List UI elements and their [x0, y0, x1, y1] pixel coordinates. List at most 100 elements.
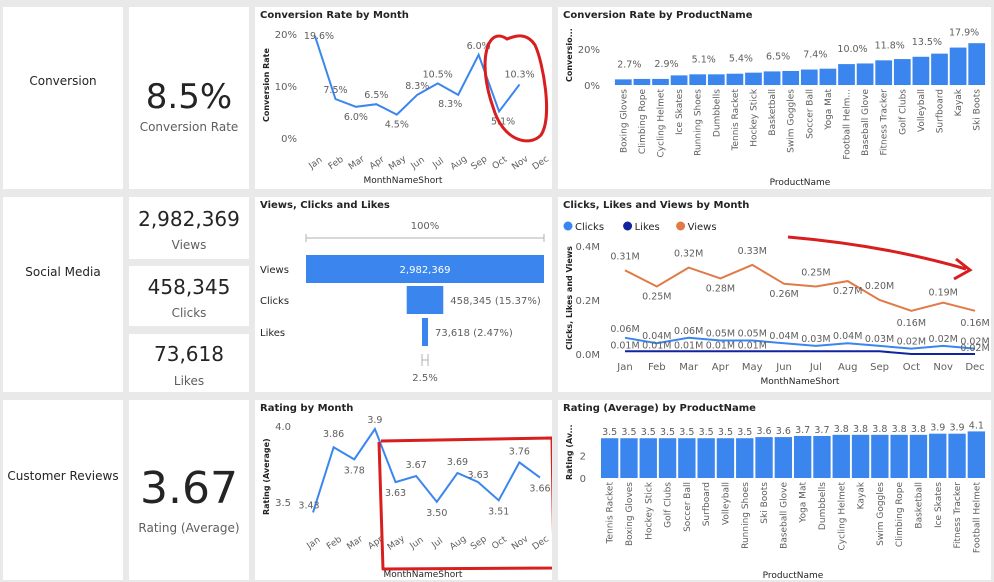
kpi-card-rating[interactable]: 3.67 Rating (Average) — [129, 400, 249, 580]
section-card-social: Social Media — [3, 197, 123, 392]
bar — [851, 434, 870, 478]
x-tick-label: Ice Skates — [934, 482, 944, 528]
bar — [726, 73, 744, 85]
kpi-likes-label: Likes — [173, 374, 205, 388]
x-tick-label: Sep — [469, 534, 489, 552]
bar — [912, 56, 930, 85]
data-label: 3.7 — [814, 425, 829, 436]
y-tick-label: 0.2M — [575, 296, 600, 307]
bar — [838, 64, 855, 85]
data-label: 4.5% — [385, 120, 409, 131]
conversion-product-chart: 20% 0% Conversio... ProductName 2.7% Boxing G… — [565, 28, 986, 188]
bar — [716, 438, 735, 478]
data-label: 3.43 — [298, 500, 319, 511]
x-tick-label: Dec — [531, 534, 551, 552]
x-tick-label: Dec — [965, 362, 984, 373]
y-tick-label: 3.5 — [275, 498, 291, 509]
bar — [890, 434, 908, 478]
x-tick-label: Tennis Racket — [606, 482, 616, 545]
funnel-bottom-label: 2.5% — [412, 373, 437, 384]
data-label: 3.5 — [699, 427, 714, 438]
data-label: 17.9% — [949, 28, 979, 39]
funnel-category-label: Likes — [260, 328, 285, 339]
y-tick-label: 0 — [580, 474, 586, 485]
data-label: 10.5% — [423, 69, 453, 80]
x-tick-label: Jan — [306, 155, 324, 172]
funnel-category-label: Clicks — [260, 296, 289, 307]
data-label: 3.9 — [930, 423, 945, 434]
chart-card-rating-product[interactable]: Rating (Average) by ProductName 2 0 Rating… — [558, 400, 991, 580]
data-label: 3.5 — [718, 427, 733, 438]
data-label: 3.67 — [406, 460, 427, 471]
kpi-card-conversion-rate[interactable]: 8.5% Conversion Rate — [129, 7, 249, 189]
data-label: 3.69 — [447, 457, 468, 468]
bar — [813, 435, 831, 478]
x-tick-label: Oct — [491, 155, 510, 172]
data-label: 3.63 — [385, 488, 406, 499]
chart-card-conversion-product[interactable]: Conversion Rate by ProductName 20% 0% Conv… — [558, 7, 991, 189]
data-label: 3.86 — [323, 429, 344, 440]
x-tick-label: Kayak — [857, 481, 867, 509]
x-tick-label: Volleyball — [917, 89, 927, 132]
x-tick-label: Cycling Helmet — [657, 89, 667, 158]
bar — [948, 433, 966, 478]
y-tick-label: 0% — [584, 81, 600, 92]
x-tick-label: Football Helmet — [972, 482, 982, 554]
kpi-card-views[interactable]: 2,982,369 Views — [129, 197, 249, 259]
legend-marker-clicks — [563, 221, 573, 231]
data-label: 3.5 — [679, 427, 694, 438]
data-label: 3.7 — [795, 425, 810, 436]
x-tick-label: Feb — [325, 535, 344, 552]
bar — [875, 60, 893, 85]
x-tick-label: Sep — [470, 154, 490, 172]
bar — [689, 74, 707, 85]
funnel-category-label: Views — [260, 265, 289, 276]
data-label: 11.8% — [875, 40, 905, 51]
data-label: 3.5 — [660, 427, 675, 438]
chart-card-conversion-month[interactable]: Conversion Rate by Month 20% 10% 0% Convers… — [255, 7, 552, 189]
x-tick-label: Apr — [368, 155, 387, 172]
x-axis-title: MonthNameShort — [364, 176, 443, 186]
bar — [763, 71, 781, 85]
section-title-conversion: Conversion — [29, 74, 97, 88]
x-tick-label: Mar — [679, 362, 699, 373]
x-tick-label: Basketball — [768, 89, 778, 136]
social-month-chart: Clicks Likes Views 0.4M 0.2M 0.0MClicks, Like… — [563, 221, 990, 387]
data-label: 3.50 — [426, 508, 447, 519]
data-label: 3.8 — [872, 424, 887, 435]
data-label: 8.3% — [438, 99, 462, 110]
bar — [745, 72, 762, 85]
chart-card-funnel[interactable]: Views, Clicks and Likes 100% Views 2,982,3… — [255, 197, 552, 392]
funnel-top-label: 100% — [411, 221, 440, 232]
x-tick-label: Climbing Rope — [895, 482, 905, 548]
x-tick-label: Tennis Racket — [731, 89, 741, 152]
x-tick-label: Kayak — [954, 88, 964, 116]
data-label: 13.5% — [912, 37, 942, 48]
funnel-value-label: 2,982,369 — [400, 265, 451, 276]
chart-card-social-month[interactable]: Clicks, Likes and Views by Month Clicks L… — [558, 197, 991, 392]
data-label: 0.25M — [801, 268, 830, 279]
bar — [893, 59, 911, 85]
kpi-views-value: 2,982,369 — [138, 207, 240, 231]
bar — [755, 437, 773, 478]
bar — [832, 434, 850, 478]
data-label: 6.5% — [766, 51, 790, 62]
y-tick-label: 20% — [578, 45, 600, 56]
conversion-month-chart: 20% 10% 0% Conversion Rate MonthNameShort Jan… — [262, 30, 551, 186]
x-tick-label: Swim Goggles — [787, 89, 797, 153]
x-tick-label: Sep — [870, 362, 889, 373]
x-tick-label: Football Helm... — [843, 89, 853, 160]
data-label: 0.02M — [897, 337, 926, 348]
y-tick-label: 0.4M — [575, 242, 600, 253]
bar — [782, 70, 800, 85]
legend-marker-likes — [623, 221, 633, 231]
kpi-card-clicks[interactable]: 458,345 Clicks — [129, 266, 249, 326]
kpi-rating-value: 3.67 — [140, 463, 238, 514]
kpi-card-likes[interactable]: 73,618 Likes — [129, 334, 249, 392]
data-label: 3.5 — [602, 427, 617, 438]
bar — [614, 79, 632, 85]
x-tick-label: Climbing Rope — [638, 89, 648, 155]
data-label: 0.01M — [706, 340, 735, 351]
data-label: 6.0% — [344, 112, 368, 123]
chart-card-rating-month[interactable]: Rating by Month 4.0 3.5 Rating (Average) Mo… — [255, 400, 552, 580]
